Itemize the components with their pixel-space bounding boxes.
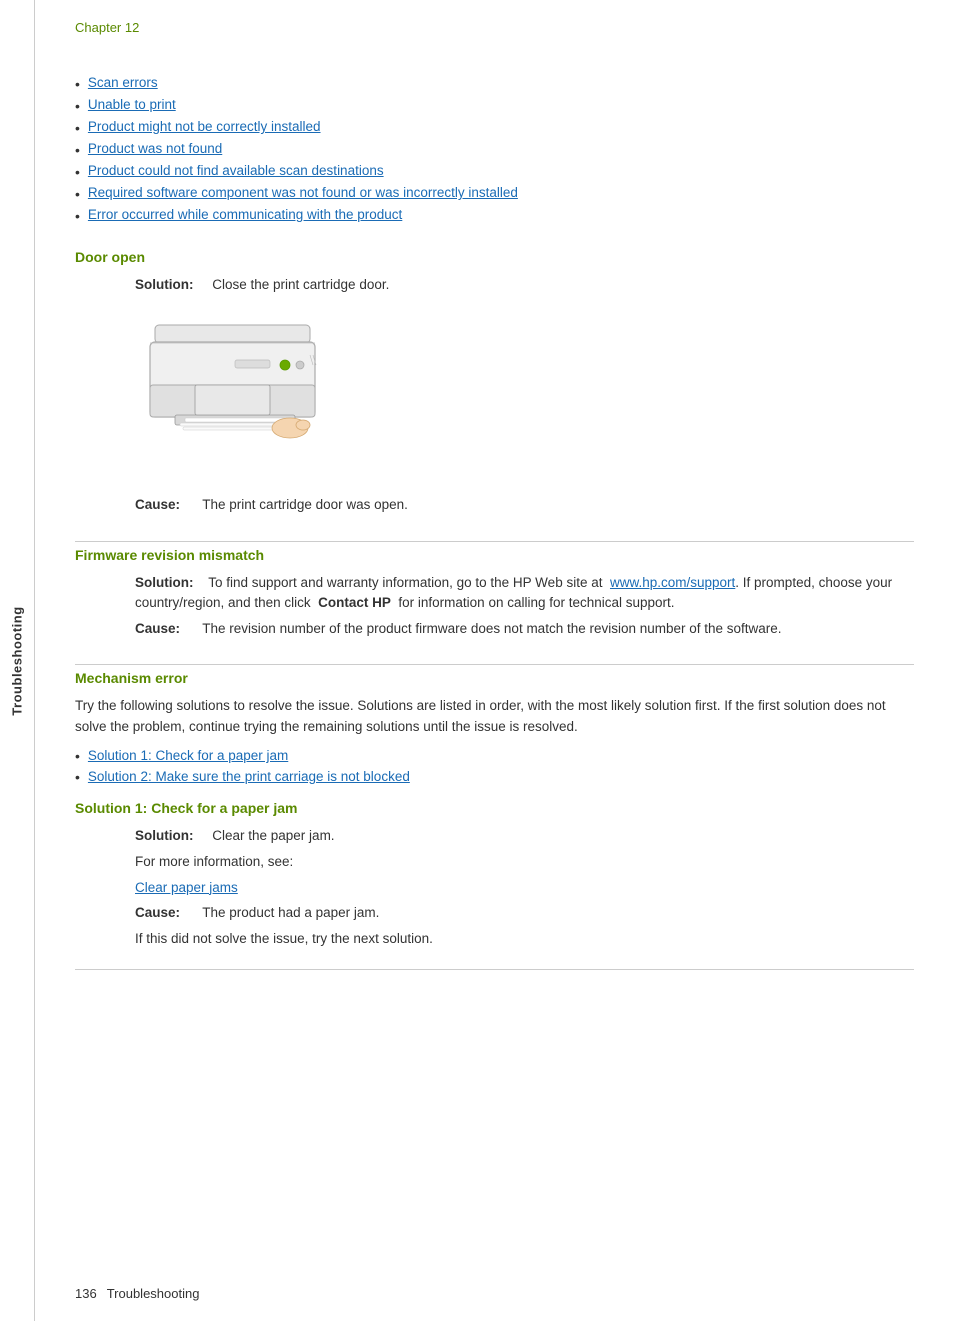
printer-svg <box>135 310 335 480</box>
firmware-cause-label: Cause: <box>135 621 180 636</box>
solution1-heading: Solution 1: Check for a paper jam <box>75 800 914 816</box>
solution1-cause-label: Cause: <box>135 905 180 920</box>
firmware-heading: Firmware revision mismatch <box>75 547 914 563</box>
cause-label: Cause: <box>135 497 180 512</box>
solution1-section: Solution 1: Check for a paper jam Soluti… <box>75 800 914 949</box>
clear-paper-link-line: Clear paper jams <box>135 879 914 895</box>
footer-section-label: Troubleshooting <box>107 1286 200 1301</box>
product-not-installed-link[interactable]: Product might not be correctly installed <box>88 119 321 134</box>
door-open-solution: Solution: Close the print cartridge door… <box>135 275 914 295</box>
solution1-if-text: If this did not solve the issue, try the… <box>135 931 433 946</box>
bottom-divider <box>75 969 914 970</box>
list-item: Error occurred while communicating with … <box>75 207 914 224</box>
solution1-if-line: If this did not solve the issue, try the… <box>135 929 914 949</box>
clear-paper-jams-link[interactable]: Clear paper jams <box>135 880 238 895</box>
list-item: Unable to print <box>75 97 914 114</box>
list-item: Solution 2: Make sure the print carriage… <box>75 769 914 785</box>
mechanism-body: Try the following solutions to resolve t… <box>75 696 914 738</box>
firmware-section: Firmware revision mismatch Solution: To … <box>75 547 914 666</box>
printer-image <box>135 310 335 480</box>
cause-line: Cause: The print cartridge door was open… <box>135 495 914 515</box>
solution1-text: Clear the paper jam. <box>212 828 334 843</box>
list-item: Product was not found <box>75 141 914 158</box>
page-footer: 136 Troubleshooting <box>75 1286 199 1301</box>
door-open-section: Door open Solution: Close the print cart… <box>75 249 914 542</box>
firmware-solution-text-prefix: To find support and warranty information… <box>208 575 602 590</box>
sidebar-label: Troubleshooting <box>10 606 25 715</box>
scan-errors-link[interactable]: Scan errors <box>88 75 158 90</box>
list-item: Required software component was not foun… <box>75 185 914 202</box>
for-more-text: For more information, see: <box>135 854 293 869</box>
scan-destinations-link[interactable]: Product could not find available scan de… <box>88 163 384 178</box>
contact-hp-label: Contact HP <box>318 595 391 610</box>
mechanism-heading: Mechanism error <box>75 670 914 686</box>
required-software-link[interactable]: Required software component was not foun… <box>88 185 518 200</box>
solution-line: Solution: Close the print cartridge door… <box>135 275 914 295</box>
list-item: Scan errors <box>75 75 914 92</box>
mechanism-sub-list: Solution 1: Check for a paper jam Soluti… <box>75 748 914 785</box>
nav-list: Scan errors Unable to print Product migh… <box>75 75 914 224</box>
door-open-cause: Cause: The print cartridge door was open… <box>135 495 914 515</box>
list-item: Product might not be correctly installed <box>75 119 914 136</box>
content-body: Scan errors Unable to print Product migh… <box>75 75 914 1003</box>
solution-text: Close the print cartridge door. <box>212 277 389 292</box>
page-number: 136 <box>75 1286 97 1301</box>
firmware-solution-label: Solution: <box>135 575 193 590</box>
error-communicating-link[interactable]: Error occurred while communicating with … <box>88 207 402 222</box>
firmware-solution-line: Solution: To find support and warranty i… <box>135 573 914 614</box>
sidebar: Troubleshooting <box>0 0 35 1321</box>
cause-text: The print cartridge door was open. <box>202 497 408 512</box>
mechanism-section: Mechanism error Try the following soluti… <box>75 670 914 1003</box>
solution2-link[interactable]: Solution 2: Make sure the print carriage… <box>88 769 410 784</box>
chapter-header: Chapter 12 <box>75 20 139 35</box>
solution1-link[interactable]: Solution 1: Check for a paper jam <box>88 748 288 763</box>
main-content: Chapter 12 Scan errors Unable to print P… <box>35 0 954 1321</box>
list-item: Product could not find available scan de… <box>75 163 914 180</box>
for-more-line: For more information, see: <box>135 852 914 872</box>
firmware-cause-line: Cause: The revision number of the produc… <box>135 619 914 639</box>
product-not-found-link[interactable]: Product was not found <box>88 141 222 156</box>
hp-support-link[interactable]: www.hp.com/support <box>610 575 735 590</box>
solution1-body: Solution: Clear the paper jam. For more … <box>135 826 914 949</box>
unable-to-print-link[interactable]: Unable to print <box>88 97 176 112</box>
solution1-label: Solution: <box>135 828 193 843</box>
solution-label: Solution: <box>135 277 193 292</box>
page-container: Troubleshooting Chapter 12 Scan errors U… <box>0 0 954 1321</box>
solution1-cause-line: Cause: The product had a paper jam. <box>135 903 914 923</box>
firmware-solution-end: for information on calling for technical… <box>398 595 674 610</box>
firmware-cause-text: The revision number of the product firmw… <box>202 621 781 636</box>
solution1-line: Solution: Clear the paper jam. <box>135 826 914 846</box>
firmware-solution: Solution: To find support and warranty i… <box>135 573 914 640</box>
door-open-heading: Door open <box>75 249 914 265</box>
solution1-cause-text: The product had a paper jam. <box>202 905 379 920</box>
list-item: Solution 1: Check for a paper jam <box>75 748 914 764</box>
